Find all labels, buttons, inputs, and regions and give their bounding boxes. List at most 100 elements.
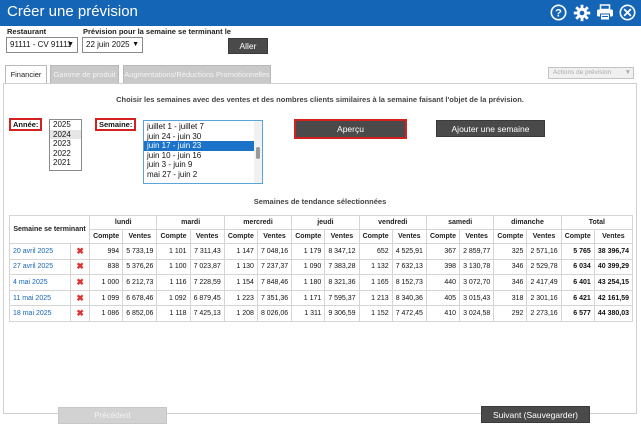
week-ending-link[interactable]: 11 mai 2025 [8, 289, 72, 307]
svg-text:?: ? [555, 7, 562, 19]
tab-augmentations-promotionnelles[interactable]: Augmentations/Réductions Promotionnelles [123, 65, 271, 83]
delete-icon[interactable]: ✖ [70, 305, 91, 322]
year-listbox[interactable]: 2025 2024 2023 2022 2021 [49, 119, 82, 171]
year-option[interactable]: 2023 [50, 139, 81, 149]
sales-subheader: Ventes [324, 229, 360, 244]
count-subheader: Compte [358, 229, 393, 244]
day-header: vendredi [358, 215, 427, 230]
count-cell: 1 118 [156, 305, 191, 322]
count-cell: 1 130 [223, 258, 258, 276]
sales-cell: 8 340,36 [391, 289, 427, 307]
sales-cell: 8 152,73 [391, 274, 427, 291]
tab-financier[interactable]: Financier [5, 65, 47, 83]
sales-cell: 2 273,16 [526, 305, 562, 322]
tab-gamme-de-produit[interactable]: Gamme de produit [50, 65, 119, 83]
count-cell: 1 223 [223, 289, 258, 307]
sales-cell: 7 237,37 [256, 258, 293, 276]
sales-cell: 7 425,13 [189, 305, 225, 322]
delete-icon[interactable]: ✖ [70, 274, 91, 291]
sales-cell: 6 852,06 [122, 305, 158, 322]
sales-cell: 5 733,19 [122, 243, 158, 260]
day-header: jeudi [291, 215, 360, 230]
week-ending-link[interactable]: 20 avril 2025 [8, 243, 72, 260]
count-cell: 1 311 [291, 305, 326, 322]
count-cell: 1 154 [223, 274, 258, 291]
tab-bar: Financier Gamme de produit Augmentations… [0, 62, 641, 83]
count-cell: 1 099 [89, 289, 124, 307]
count-cell: 1 165 [358, 274, 393, 291]
count-cell: 1 179 [291, 243, 326, 260]
year-option[interactable]: 2022 [50, 149, 81, 159]
week-option[interactable]: juin 3 - juin 9 [144, 160, 262, 170]
count-cell: 6 421 [560, 289, 595, 307]
sales-cell: 2 529,78 [526, 258, 562, 276]
week-listbox[interactable]: juillet 1 - juillet 7 juin 24 - juin 30 ju… [143, 120, 263, 184]
sales-cell: 6 879,45 [189, 289, 225, 307]
delete-icon[interactable]: ✖ [70, 243, 91, 260]
week-option[interactable]: juin 17 - juin 23 [144, 141, 262, 151]
add-week-button[interactable]: Ajouter une semaine [436, 120, 545, 137]
sales-cell: 2 301,16 [526, 289, 562, 307]
sales-cell: 7 023,87 [189, 258, 225, 276]
selected-weeks-title: Semaines de tendance sélectionnées [253, 197, 387, 206]
close-icon[interactable] [618, 3, 637, 22]
sales-cell: 40 399,29 [593, 258, 634, 276]
delete-icon[interactable]: ✖ [70, 289, 91, 307]
count-cell: 1 180 [291, 274, 326, 291]
sales-cell: 44 380,03 [593, 305, 634, 322]
week-ending-link[interactable]: 18 mai 2025 [8, 305, 72, 322]
count-cell: 398 [425, 258, 461, 276]
sales-cell: 7 632,13 [391, 258, 427, 276]
gear-icon[interactable] [572, 3, 591, 22]
count-subheader: Compte [223, 229, 258, 244]
previous-button[interactable]: Précédent [58, 407, 167, 424]
count-cell: 1 101 [156, 243, 191, 260]
sales-cell: 7 048,16 [256, 243, 293, 260]
week-ending-link[interactable]: 4 mai 2025 [8, 274, 72, 291]
sales-cell: 8 321,36 [324, 274, 360, 291]
sales-subheader: Ventes [459, 229, 495, 244]
week-ending-select[interactable]: 22 juin 2025 ▼ [82, 37, 143, 53]
week-option[interactable]: mai 27 - juin 2 [144, 170, 262, 180]
next-save-button[interactable]: Suivant (Sauvegarder) [481, 406, 590, 423]
sales-subheader: Ventes [593, 229, 634, 244]
week-option[interactable]: juillet 1 - juillet 7 [144, 122, 262, 132]
count-cell: 367 [425, 243, 461, 260]
week-ending-select-value: 22 juin 2025 [86, 40, 130, 49]
count-cell: 6 034 [560, 258, 595, 276]
go-button[interactable]: Aller [228, 38, 268, 54]
preview-button[interactable]: Aperçu [294, 119, 407, 139]
count-cell: 346 [493, 258, 528, 276]
count-cell: 1 147 [223, 243, 258, 260]
print-icon[interactable] [595, 3, 614, 22]
week-listbox-scrollbar[interactable] [254, 121, 262, 183]
help-icon[interactable]: ? [549, 3, 568, 22]
sales-cell: 38 396,74 [593, 243, 634, 260]
filter-bar: Restaurant 91111 - CV 91111 ▼ Prévision … [0, 26, 641, 62]
year-option[interactable]: 2024 [50, 129, 81, 140]
count-subheader: Compte [493, 229, 528, 244]
sales-cell: 7 383,28 [324, 258, 360, 276]
count-cell: 6 577 [560, 305, 595, 322]
week-option[interactable]: juin 24 - juin 30 [144, 132, 262, 142]
count-subheader: Compte [156, 229, 191, 244]
sales-cell: 43 254,15 [593, 274, 634, 291]
sales-cell: 9 306,59 [324, 305, 360, 322]
week-ending-link[interactable]: 27 avril 2025 [8, 258, 72, 276]
sales-cell: 6 212,73 [122, 274, 158, 291]
week-option[interactable]: juin 10 - juin 16 [144, 151, 262, 161]
year-option[interactable]: 2025 [50, 120, 81, 130]
trend-weeks-table: Semaine se terminant lundi mardi mercred… [8, 215, 634, 322]
count-cell: 405 [425, 289, 461, 307]
sales-cell: 7 311,43 [189, 243, 225, 260]
count-cell: 346 [493, 274, 528, 291]
restaurant-select[interactable]: 91111 - CV 91111 ▼ [6, 37, 78, 53]
sales-cell: 4 525,91 [391, 243, 427, 260]
year-option[interactable]: 2021 [50, 158, 81, 168]
count-subheader: Compte [425, 229, 461, 244]
sales-cell: 3 015,43 [459, 289, 495, 307]
forecast-actions-select[interactable]: Actions de prévision ▼ [548, 67, 634, 79]
delete-icon[interactable]: ✖ [70, 258, 91, 276]
forecast-actions-select-value: Actions de prévision [553, 69, 612, 76]
sales-cell: 3 072,70 [459, 274, 495, 291]
